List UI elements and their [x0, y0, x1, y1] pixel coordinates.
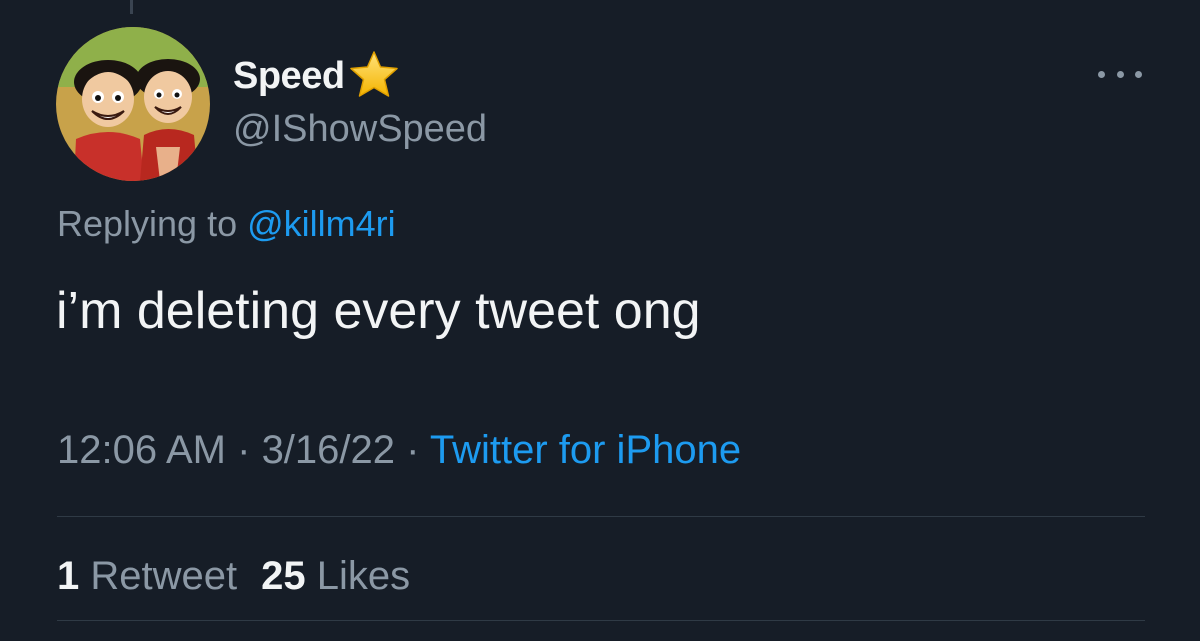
tweet-time[interactable]: 12:06 AM	[57, 428, 226, 472]
retweet-count: 1	[57, 554, 80, 598]
thread-line	[130, 0, 133, 14]
tweet-source-link[interactable]: Twitter for iPhone	[430, 428, 741, 472]
star-icon	[347, 49, 401, 99]
more-dot	[1098, 70, 1105, 78]
meta-separator: ·	[395, 428, 430, 472]
like-label: Likes	[316, 554, 411, 598]
author-handle[interactable]: @IShowSpeed	[233, 108, 487, 151]
meta-separator: ·	[226, 428, 262, 472]
more-dot	[1116, 70, 1124, 78]
tweet-text: i’m deleting every tweet ong	[56, 282, 701, 340]
avatar-image	[56, 27, 210, 181]
retweet-label: Retweet	[90, 554, 238, 598]
tweet-meta: 12:06 AM · 3/16/22 · Twitter for iPhone	[57, 428, 741, 473]
likes-link[interactable]: 25 Likes	[261, 554, 410, 598]
avatar[interactable]	[56, 27, 210, 181]
replying-to: Replying to @killm4ri	[57, 203, 396, 245]
more-icon[interactable]	[1096, 58, 1144, 90]
engagement-stats: 1 Retweet 25 Likes	[57, 554, 410, 599]
display-name[interactable]: Speed	[233, 55, 345, 98]
author-name-row[interactable]: Speed	[233, 50, 401, 102]
like-count: 25	[261, 554, 306, 598]
reply-mention-link[interactable]: @killm4ri	[247, 203, 396, 244]
divider	[57, 516, 1145, 517]
more-dot	[1135, 70, 1142, 78]
retweets-link[interactable]: 1 Retweet	[57, 554, 237, 598]
tweet-date[interactable]: 3/16/22	[262, 428, 395, 472]
divider	[57, 620, 1145, 621]
replying-prefix: Replying to	[57, 203, 248, 244]
